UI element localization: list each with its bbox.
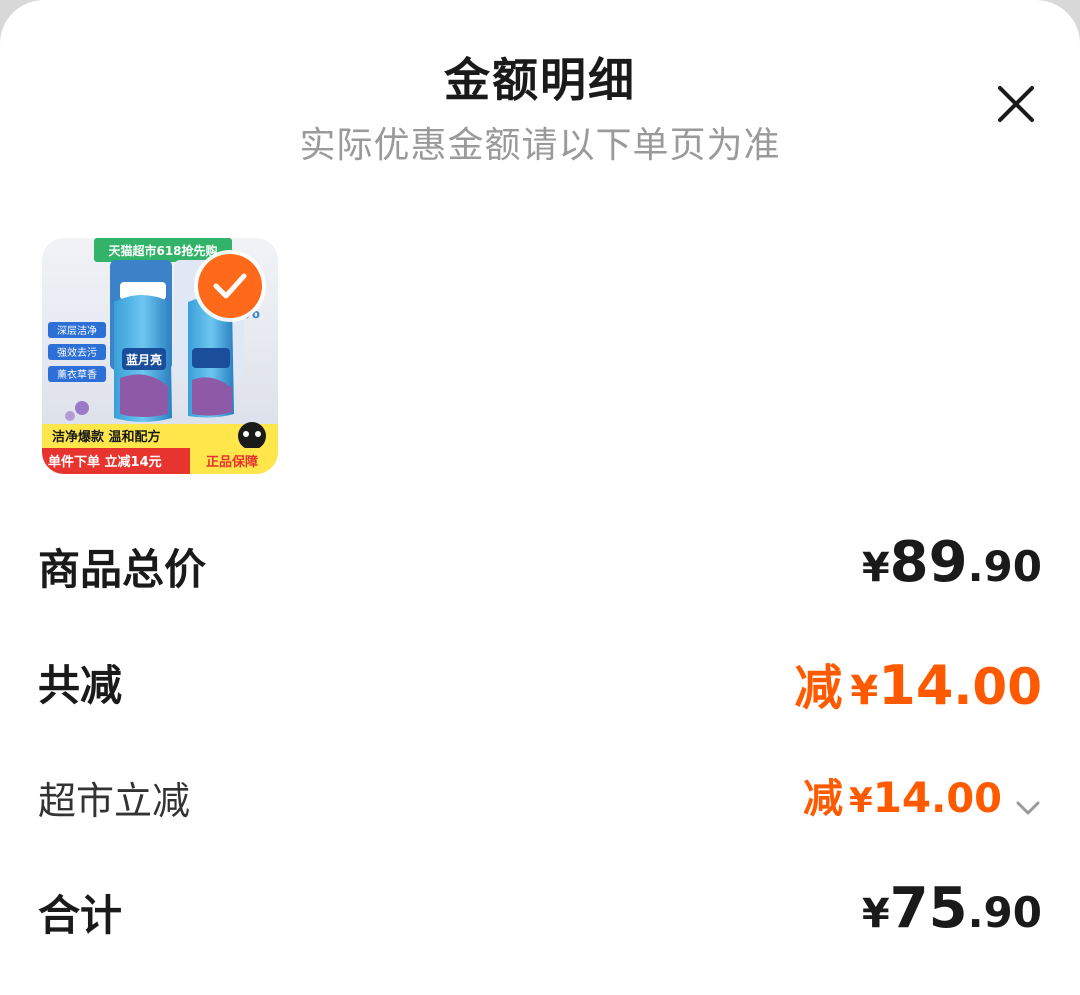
supermarket-discount-label: 超市立减: [38, 779, 191, 823]
total-price-label: 商品总价: [38, 545, 207, 594]
product-guarantee: 正品保障: [206, 454, 258, 470]
amount-decimal: .90: [967, 542, 1042, 591]
product-offer: 单件下单 立减14元: [48, 454, 162, 470]
sum-amount: ¥75.90: [862, 876, 1042, 941]
discount-total-amount: 减 ¥14.00: [794, 648, 1042, 718]
currency-symbol: ¥: [850, 668, 879, 714]
currency-symbol: ¥: [849, 781, 873, 821]
amount-decimal: .00: [953, 658, 1042, 716]
sheet-title: 金额明细: [444, 53, 636, 107]
product-tag: 强效去污: [57, 346, 97, 359]
chevron-down-icon[interactable]: [1014, 799, 1042, 817]
discount-prefix: 减: [794, 660, 843, 716]
row-supermarket-discount[interactable]: 超市立减 减 ¥14.00: [0, 762, 1080, 824]
close-button[interactable]: [992, 80, 1040, 128]
product-banner-text: 天猫超市618抢先购: [108, 243, 217, 258]
product-tag: 薰衣草香: [57, 368, 97, 381]
amount-integer: 14: [872, 773, 932, 822]
sheet-subtitle: 实际优惠金额请以下单页为准: [299, 125, 781, 166]
amount-decimal: .00: [931, 776, 1002, 822]
row-sum: 合计 ¥75.90: [0, 874, 1080, 944]
selected-badge[interactable]: [198, 254, 262, 318]
row-discount-total: 共减 减 ¥14.00: [0, 644, 1080, 717]
product-brand-text: 蓝月亮: [126, 352, 162, 367]
discount-prefix: 减: [803, 776, 844, 822]
supermarket-discount-amount[interactable]: 减 ¥14.00: [803, 766, 1042, 824]
currency-symbol: ¥: [861, 891, 890, 937]
currency-symbol: ¥: [861, 545, 890, 591]
total-price-amount: ¥89.90: [862, 530, 1042, 595]
close-icon: [998, 86, 1034, 122]
amount-integer: 89: [889, 530, 968, 595]
amount-integer: 14: [878, 654, 954, 717]
product-tag: 深层洁净: [57, 324, 97, 337]
amount-decimal: .90: [967, 888, 1042, 937]
sum-label: 合计: [38, 891, 123, 940]
row-total-price: 商品总价 ¥89.90: [0, 530, 1080, 600]
amount-integer: 75: [889, 876, 968, 941]
product-slogan: 洁净爆款 温和配方: [52, 429, 161, 445]
amount-detail-sheet: 金额明细 实际优惠金额请以下单页为准 天猫超市618抢先购 % 蓝月亮 深层洁净…: [0, 0, 1080, 995]
discount-total-label: 共减: [38, 661, 123, 710]
check-icon: [213, 273, 247, 299]
